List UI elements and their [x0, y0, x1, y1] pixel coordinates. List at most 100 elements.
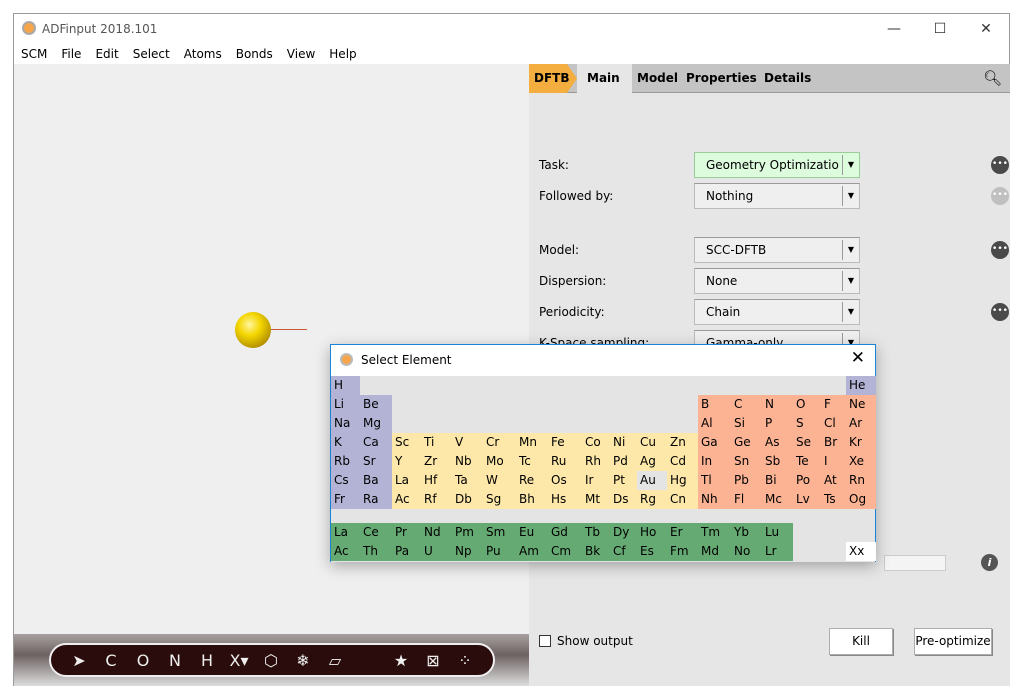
- element-Ho[interactable]: Ho: [637, 523, 667, 542]
- menu-bonds[interactable]: Bonds: [229, 44, 280, 64]
- show-output-checkbox[interactable]: [539, 635, 551, 647]
- element-Sg[interactable]: Sg: [483, 490, 516, 509]
- element-Ru[interactable]: Ru: [548, 452, 582, 471]
- element-Cn[interactable]: Cn: [667, 490, 698, 509]
- element-Hf[interactable]: Hf: [421, 471, 452, 490]
- element-Ra[interactable]: Ra: [360, 490, 392, 509]
- element-Ca[interactable]: Ca: [360, 433, 392, 452]
- element-Y[interactable]: Y: [392, 452, 421, 471]
- element-Rn[interactable]: Rn: [846, 471, 876, 490]
- element-Te[interactable]: Te: [793, 452, 821, 471]
- element-Lr[interactable]: Lr: [762, 542, 793, 561]
- element-Na[interactable]: Na: [331, 414, 360, 433]
- element-Pt[interactable]: Pt: [610, 471, 637, 490]
- element-Rb[interactable]: Rb: [331, 452, 360, 471]
- element-Cm[interactable]: Cm: [548, 542, 582, 561]
- element-Ce[interactable]: Ce: [360, 523, 392, 542]
- element-U[interactable]: U: [421, 542, 452, 561]
- search-icon[interactable]: 🔍︎: [983, 69, 1002, 87]
- nitrogen-tool[interactable]: N: [159, 651, 191, 670]
- menu-file[interactable]: File: [54, 44, 88, 64]
- model-select[interactable]: SCC-DFTB ▼: [694, 237, 860, 263]
- element-Dy[interactable]: Dy: [610, 523, 637, 542]
- element-F[interactable]: F: [821, 395, 846, 414]
- close-button[interactable]: ✕: [963, 14, 1009, 44]
- info-field[interactable]: [884, 555, 946, 571]
- ring-icon[interactable]: ⬡: [255, 651, 287, 670]
- info-icon[interactable]: i: [981, 554, 998, 571]
- element-Se[interactable]: Se: [793, 433, 821, 452]
- minimize-button[interactable]: —: [871, 14, 917, 44]
- element-Fr[interactable]: Fr: [331, 490, 360, 509]
- periodicity-select[interactable]: Chain ▼: [694, 299, 860, 325]
- element-Gd[interactable]: Gd: [548, 523, 582, 542]
- element-Bh[interactable]: Bh: [516, 490, 548, 509]
- more-options-icon[interactable]: •••: [991, 241, 1009, 259]
- element-Am[interactable]: Am: [516, 542, 548, 561]
- element-Er[interactable]: Er: [667, 523, 698, 542]
- hydrogen-tool[interactable]: H: [191, 651, 223, 670]
- element-Yb[interactable]: Yb: [731, 523, 762, 542]
- dots-icon[interactable]: ⁘: [449, 651, 481, 670]
- element-Zn[interactable]: Zn: [667, 433, 698, 452]
- element-I[interactable]: I: [821, 452, 846, 471]
- element-Ag[interactable]: Ag: [637, 452, 667, 471]
- element-Cf[interactable]: Cf: [610, 542, 637, 561]
- element-As[interactable]: As: [762, 433, 793, 452]
- element-Ne[interactable]: Ne: [846, 395, 876, 414]
- element-Pm[interactable]: Pm: [452, 523, 483, 542]
- element-Sn[interactable]: Sn: [731, 452, 762, 471]
- element-Ba[interactable]: Ba: [360, 471, 392, 490]
- element-H[interactable]: H: [331, 376, 360, 395]
- task-select[interactable]: Geometry Optimizatio ▼: [694, 152, 860, 178]
- element-Lv[interactable]: Lv: [793, 490, 821, 509]
- element-Po[interactable]: Po: [793, 471, 821, 490]
- element-Cd[interactable]: Cd: [667, 452, 698, 471]
- followed-by-select[interactable]: Nothing ▼: [694, 183, 860, 209]
- other-element-tool[interactable]: X▾: [223, 651, 255, 670]
- element-V[interactable]: V: [452, 433, 483, 452]
- element-Db[interactable]: Db: [452, 490, 483, 509]
- element-Xe[interactable]: Xe: [846, 452, 876, 471]
- more-options-icon[interactable]: •••: [991, 303, 1009, 321]
- element-Lu[interactable]: Lu: [762, 523, 793, 542]
- element-Al[interactable]: Al: [698, 414, 731, 433]
- element-Cl[interactable]: Cl: [821, 414, 846, 433]
- element-S[interactable]: S: [793, 414, 821, 433]
- snowflake-icon[interactable]: ❄: [287, 651, 319, 670]
- select-tool-icon[interactable]: ➤: [63, 651, 95, 670]
- element-Ti[interactable]: Ti: [421, 433, 452, 452]
- element-Si[interactable]: Si: [731, 414, 762, 433]
- element-Ge[interactable]: Ge: [731, 433, 762, 452]
- element-Pb[interactable]: Pb: [731, 471, 762, 490]
- kill-button[interactable]: Kill: [829, 628, 893, 655]
- element-Eu[interactable]: Eu: [516, 523, 548, 542]
- element-Fe[interactable]: Fe: [548, 433, 582, 452]
- element-Nh[interactable]: Nh: [698, 490, 731, 509]
- tab-details[interactable]: Details: [764, 64, 811, 93]
- element-Md[interactable]: Md: [698, 542, 731, 561]
- element-Cr[interactable]: Cr: [483, 433, 516, 452]
- element-Kr[interactable]: Kr: [846, 433, 876, 452]
- element-Tl[interactable]: Tl: [698, 471, 731, 490]
- element-Nb[interactable]: Nb: [452, 452, 483, 471]
- element-Xx[interactable]: Xx: [846, 542, 876, 561]
- gold-atom[interactable]: [235, 312, 271, 348]
- element-Hg[interactable]: Hg: [667, 471, 698, 490]
- menu-help[interactable]: Help: [322, 44, 363, 64]
- element-La[interactable]: La: [392, 471, 421, 490]
- tab-properties[interactable]: Properties: [686, 64, 757, 93]
- element-La[interactable]: La: [331, 523, 360, 542]
- plane-icon[interactable]: ▱: [319, 651, 351, 670]
- element-Sc[interactable]: Sc: [392, 433, 421, 452]
- element-In[interactable]: In: [698, 452, 731, 471]
- element-Sr[interactable]: Sr: [360, 452, 392, 471]
- element-Og[interactable]: Og: [846, 490, 876, 509]
- element-Ar[interactable]: Ar: [846, 414, 876, 433]
- element-Rg[interactable]: Rg: [637, 490, 667, 509]
- menu-view[interactable]: View: [280, 44, 322, 64]
- element-Es[interactable]: Es: [637, 542, 667, 561]
- element-Re[interactable]: Re: [516, 471, 548, 490]
- element-Pu[interactable]: Pu: [483, 542, 516, 561]
- element-Ta[interactable]: Ta: [452, 471, 483, 490]
